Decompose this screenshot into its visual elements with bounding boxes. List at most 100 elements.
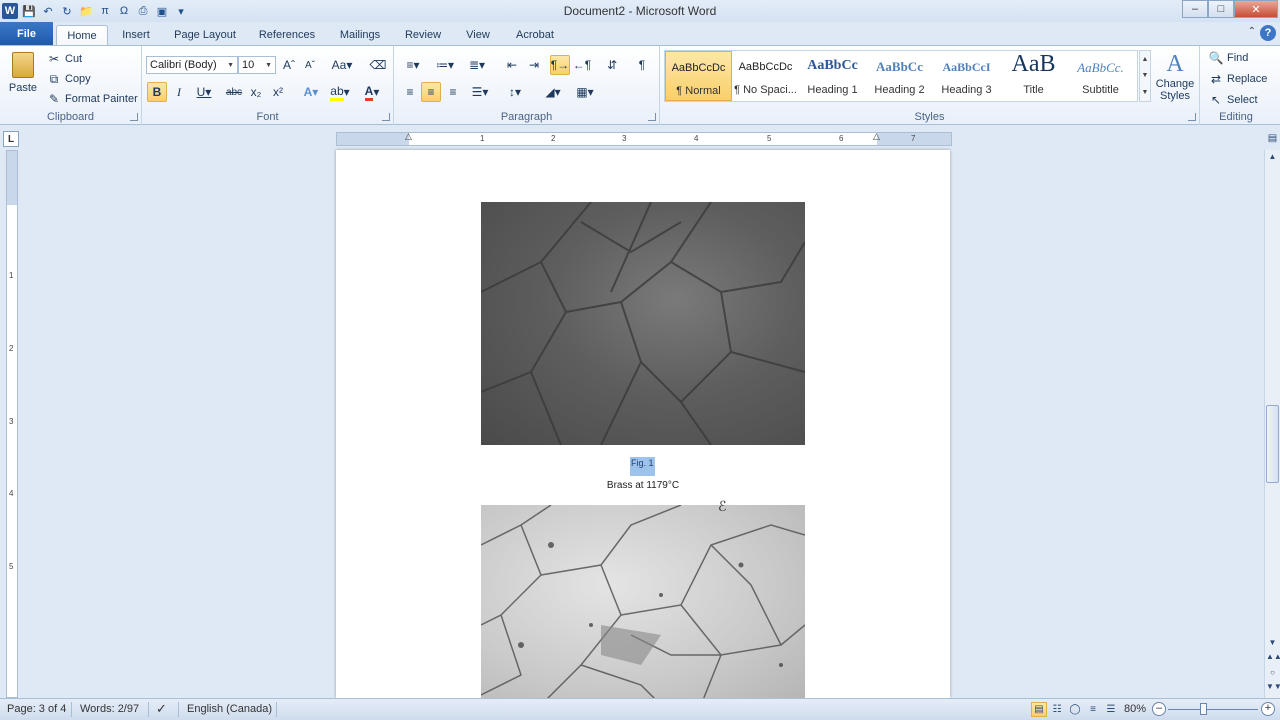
highlight-button[interactable]: ab ▾ <box>326 82 354 102</box>
zoom-level[interactable]: 80% <box>1124 703 1146 715</box>
bullets-button[interactable]: ≡▾ <box>400 55 426 75</box>
zoom-out-icon[interactable]: – <box>1152 702 1166 716</box>
horizontal-ruler[interactable]: 1 2 3 4 5 6 7 △ △ <box>336 131 952 146</box>
style-heading-3-name: Heading 3 <box>941 84 992 96</box>
sort-button[interactable]: ⇵ <box>602 55 622 75</box>
font-launcher-icon[interactable] <box>382 113 390 121</box>
format-painter-button[interactable]: ✎ Format Painter <box>46 91 138 107</box>
tab-insert[interactable]: Insert <box>112 25 160 45</box>
copy-button[interactable]: ⧉ Copy <box>46 71 91 87</box>
underline-button[interactable]: U▾ <box>191 82 217 102</box>
minimize-ribbon-icon[interactable]: ⌃ <box>1248 26 1256 37</box>
scroll-down-icon[interactable]: ▼ <box>1266 638 1279 647</box>
page-count[interactable]: Page: 3 of 4 <box>7 703 66 715</box>
text-effects-button[interactable]: A▾ <box>298 82 324 102</box>
tab-acrobat[interactable]: Acrobat <box>508 25 562 45</box>
superscript-button[interactable]: x² <box>268 82 288 102</box>
zoom-slider-track[interactable] <box>1168 709 1258 710</box>
font-name-combo[interactable]: Calibri (Body) ▼ <box>146 56 238 74</box>
numbering-button[interactable]: ≔▾ <box>432 55 458 75</box>
draft-view-icon[interactable]: ☰ <box>1103 702 1119 717</box>
minimize-button[interactable]: – <box>1182 0 1208 18</box>
bold-button[interactable]: B <box>147 82 167 102</box>
rtl-button[interactable]: ←¶ <box>572 55 592 75</box>
shading-button[interactable]: ◢▾ <box>540 82 566 102</box>
italic-button[interactable]: I <box>169 82 189 102</box>
paragraph-launcher-icon[interactable] <box>648 113 656 121</box>
style-heading-3[interactable]: AaBbCcI Heading 3 <box>933 51 1000 101</box>
scrollbar-thumb[interactable] <box>1266 405 1279 483</box>
select-browse-object-icon[interactable]: ○ <box>1266 668 1279 677</box>
line-spacing-button[interactable]: ↕▾ <box>502 82 528 102</box>
maximize-button[interactable]: □ <box>1208 0 1234 18</box>
clear-formatting-button[interactable]: ⌫ <box>368 55 388 75</box>
font-color-button[interactable]: A ▾ <box>358 82 386 102</box>
word-count[interactable]: Words: 2/97 <box>80 703 139 715</box>
align-center-button[interactable]: ≡ <box>421 82 441 102</box>
zoom-slider-thumb[interactable] <box>1200 703 1207 715</box>
decrease-indent-button[interactable]: ⇤ <box>502 55 522 75</box>
styles-gallery-scroll[interactable]: ▲ ▼ ▼ <box>1139 50 1151 102</box>
chevron-down-icon[interactable]: ▼ <box>1142 72 1149 79</box>
help-icon[interactable]: ? <box>1260 25 1276 41</box>
scroll-up-icon[interactable]: ▲ <box>1266 152 1279 161</box>
align-right-button[interactable]: ≡ <box>443 82 463 102</box>
increase-indent-button[interactable]: ⇥ <box>524 55 544 75</box>
style-subtitle[interactable]: AaBbCc. Subtitle <box>1067 51 1134 101</box>
style-heading-2[interactable]: AaBbCc Heading 2 <box>866 51 933 101</box>
next-page-icon[interactable]: ▼▼ <box>1266 682 1280 691</box>
close-button[interactable]: ✕ <box>1234 0 1278 18</box>
tab-home[interactable]: Home <box>56 25 108 45</box>
tab-view[interactable]: View <box>456 25 500 45</box>
chevron-up-icon[interactable]: ▲ <box>1142 56 1149 63</box>
print-layout-view-icon[interactable]: ▤ <box>1031 702 1047 717</box>
align-left-button[interactable]: ≡ <box>400 82 420 102</box>
full-screen-reading-icon[interactable]: ☷ <box>1049 702 1065 717</box>
font-size-combo[interactable]: 10 ▼ <box>238 56 276 74</box>
change-case-button[interactable]: Aa▾ <box>328 55 356 75</box>
subscript-button[interactable]: x₂ <box>246 82 266 102</box>
vertical-ruler[interactable]: 1 2 3 4 5 <box>6 150 18 698</box>
micrograph-image-2[interactable] <box>481 505 805 698</box>
proofing-icon[interactable]: ✓ <box>156 701 167 717</box>
tab-selector[interactable]: L <box>3 131 19 147</box>
tab-file[interactable]: File <box>0 22 53 45</box>
clipboard-launcher-icon[interactable] <box>130 113 138 121</box>
select-button[interactable]: ↖ Select <box>1208 92 1258 108</box>
tab-page-layout[interactable]: Page Layout <box>168 25 242 45</box>
tab-review[interactable]: Review <box>398 25 448 45</box>
cut-button[interactable]: ✂ Cut <box>46 51 82 67</box>
style-heading-1[interactable]: AaBbCc Heading 1 <box>799 51 866 101</box>
tab-references[interactable]: References <box>252 25 322 45</box>
change-styles-button[interactable]: A Change Styles <box>1153 50 1197 106</box>
previous-page-icon[interactable]: ▲▲ <box>1266 652 1280 661</box>
document-page[interactable]: Fig. 1 Brass at 1179°C <box>336 150 950 698</box>
shrink-font-button[interactable]: Aˇ <box>300 55 320 75</box>
indent-marker-icon[interactable]: △ <box>405 131 412 142</box>
outline-view-icon[interactable]: ≡ <box>1085 702 1101 717</box>
figure-caption-selected[interactable]: Fig. 1 <box>630 457 655 476</box>
language-indicator[interactable]: English (Canada) <box>187 703 272 715</box>
paste-button[interactable]: Paste <box>8 52 38 102</box>
justify-button[interactable]: ☰▾ <box>467 82 493 102</box>
micrograph-image-1[interactable] <box>481 202 805 445</box>
ltr-button[interactable]: ¶→ <box>550 55 570 75</box>
tab-mailings[interactable]: Mailings <box>332 25 388 45</box>
right-indent-marker-icon[interactable]: △ <box>873 131 880 142</box>
style-no-spacing[interactable]: AaBbCcDc ¶ No Spaci... <box>732 51 799 101</box>
replace-button[interactable]: ⇄ Replace <box>1208 71 1267 87</box>
strikethrough-button[interactable]: abc <box>224 82 244 102</box>
show-formatting-button[interactable]: ¶ <box>632 55 652 75</box>
grow-font-button[interactable]: Aˆ <box>279 55 299 75</box>
more-icon[interactable]: ▼ <box>1142 89 1149 96</box>
web-layout-icon[interactable]: ◯ <box>1067 702 1083 717</box>
view-ruler-icon[interactable]: ▤ <box>1266 133 1279 144</box>
multilevel-list-button[interactable]: ≣▾ <box>464 55 490 75</box>
borders-button[interactable]: ▦▾ <box>572 82 598 102</box>
style-title[interactable]: AaB Title <box>1000 51 1067 101</box>
zoom-in-icon[interactable]: + <box>1261 702 1275 716</box>
styles-launcher-icon[interactable] <box>1188 113 1196 121</box>
figure-caption-text[interactable]: Brass at 1179°C <box>336 480 950 491</box>
style-normal[interactable]: AaBbCcDc ¶ Normal <box>665 51 732 101</box>
find-button[interactable]: 🔍 Find <box>1208 50 1249 66</box>
